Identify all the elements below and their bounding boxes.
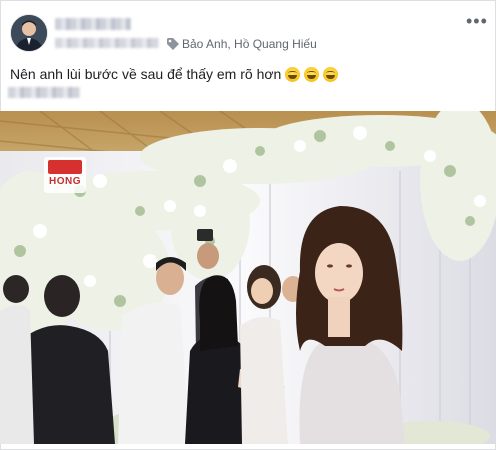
post-caption: Nên anh lùi bước về sau để thấy em rõ hơ…	[10, 66, 339, 82]
tag-icon	[167, 38, 179, 50]
checkin-tags[interactable]: Bảo Anh, Hồ Quang Hiếu	[182, 37, 317, 51]
grinning-face-emoji	[323, 66, 339, 82]
more-options-icon[interactable]: •••	[466, 12, 488, 30]
grinning-face-emoji	[304, 66, 320, 82]
watermark-logo: HONG	[44, 157, 86, 193]
watermark-logo-text: HONG	[49, 176, 81, 187]
avatar[interactable]	[10, 14, 48, 52]
author-name-blurred[interactable]	[55, 18, 131, 30]
caption-extra-blurred	[8, 87, 80, 98]
grinning-face-emoji	[285, 66, 301, 82]
facebook-post-card: Bảo Anh, Hồ Quang Hiếu ••• Nên anh lùi b…	[0, 0, 496, 450]
caption-text: Nên anh lùi bước về sau để thấy em rõ hơ…	[10, 66, 282, 82]
post-meta-blurred	[55, 38, 159, 48]
watermark-logo-mark	[48, 160, 82, 174]
